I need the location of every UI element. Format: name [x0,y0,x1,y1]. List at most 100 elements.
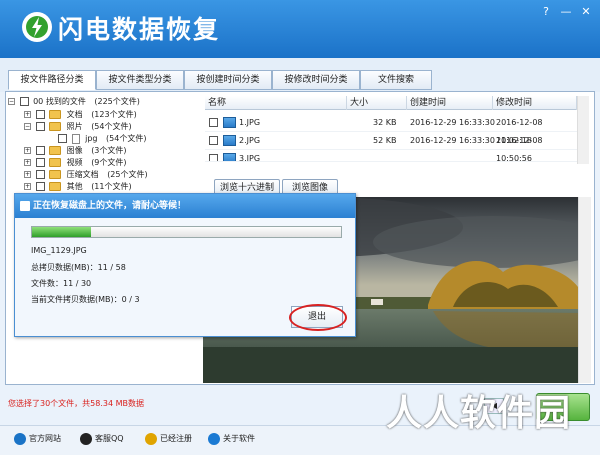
disk-icon [20,201,30,211]
file-list: 名称 大小 创建时间 修改时间 1.JPG 32 KB 2016-12-29 1… [205,96,591,166]
checkbox[interactable] [209,136,218,145]
file-icon [71,133,80,144]
dialog-title-text: 正在恢复磁盘上的文件，请耐心等候！ [33,201,187,211]
tree-item-docs[interactable]: + 文档 (123个文件) [24,109,137,121]
tree-item-other[interactable]: + 其他 (11个文件) [24,181,132,193]
progress-bar [31,226,342,238]
tree-count: (25个文件) [107,170,148,179]
about-link[interactable]: 关于软件 [208,432,255,446]
tree-count: (11个文件) [91,182,132,191]
tree-label: 00 找到的文件 [33,97,86,106]
checkbox[interactable] [35,122,45,131]
checkbox[interactable] [209,154,218,161]
tree-item-archives[interactable]: + 压缩文档 (25个文件) [24,169,148,181]
support-qq-link[interactable]: 客服QQ [80,432,124,446]
tree-label: 视频 [66,158,83,167]
tab-by-modified[interactable]: 按修改时间分类 [272,70,360,90]
tab-by-created[interactable]: 按创建时间分类 [184,70,272,90]
checkbox[interactable] [58,134,67,143]
file-count-row: 文件数：11 / 30 [31,278,91,289]
minimize-button[interactable]: — [558,5,574,19]
tree-count: (225个文件) [94,97,140,106]
column-size[interactable]: 大小 [347,96,407,110]
preview-scrollbar[interactable] [578,197,591,383]
watermark-text: 人人软件园 [386,393,572,434]
table-row[interactable]: 2.JPG 52 KB 2016-12-29 16:33:30 2016-12-… [205,132,577,163]
tree-count: (3个文件) [91,146,127,155]
tab-by-type[interactable]: 按文件类型分类 [96,70,184,90]
current-file-copied-label: 当前文件拷贝数据(MB)： [31,295,122,304]
checkbox[interactable] [35,158,45,167]
globe-icon [208,432,220,445]
expand-icon[interactable]: + [24,159,31,166]
file-created: 2016-12-29 16:33:30 [410,136,495,145]
tree-label: jpg [85,134,98,143]
checkbox[interactable] [35,110,45,119]
folder-icon [49,182,62,191]
key-icon [145,432,157,445]
total-copied-row: 总拷贝数据(MB)：11 / 58 [31,262,126,273]
title-bar: 闪电数据恢复 ? — ✕ [0,0,600,58]
tree-count: (123个文件) [91,110,137,119]
tree-item-videos[interactable]: + 视频 (9个文件) [24,157,127,169]
tree-item-images[interactable]: + 图像 (3个文件) [24,145,127,157]
close-button[interactable]: ✕ [578,5,594,19]
tree-label: 照片 [66,122,83,131]
dialog-title: 正在恢复磁盘上的文件，请耐心等候！ [15,194,355,218]
column-modified[interactable]: 修改时间 [493,96,577,110]
category-tabs: 按文件路径分类 按文件类型分类 按创建时间分类 按修改时间分类 文件搜索 [0,58,600,92]
current-file-name: IMG_1129.JPG [31,246,87,255]
file-name: 3.JPG [239,154,261,162]
column-name[interactable]: 名称 [205,96,347,110]
tree-count: (54个文件) [106,134,147,143]
official-site-link[interactable]: 官方网站 [14,432,61,446]
file-name: 2.JPG [239,136,261,145]
checkbox[interactable] [19,97,29,106]
tree-item-root[interactable]: − 00 找到的文件 (225个文件) [8,96,140,108]
checkbox[interactable] [35,146,45,155]
table-row[interactable]: 3.JPG [205,150,577,162]
tab-search[interactable]: 文件搜索 [360,70,432,90]
collapse-icon[interactable]: − [8,98,15,105]
expand-icon[interactable]: + [24,147,31,154]
folder-icon [49,170,62,179]
progress-fill [32,227,91,237]
file-count-label: 文件数： [31,279,63,288]
expand-icon[interactable]: + [24,171,31,178]
qq-icon [80,432,92,445]
help-button[interactable]: ? [538,5,554,19]
image-file-icon [223,135,236,146]
file-created: 2016-12-29 16:33:30 [410,118,495,127]
table-row[interactable]: 1.JPG 32 KB 2016-12-29 16:33:30 2016-12-… [205,114,577,145]
total-copied-label: 总拷贝数据(MB)： [31,263,98,272]
link-label: 客服QQ [95,434,124,443]
link-label: 已经注册 [160,434,192,443]
file-count-value: 11 / 30 [63,279,92,288]
lightning-icon [22,12,52,42]
checkbox[interactable] [35,182,45,191]
folder-icon [49,122,62,131]
collapse-icon[interactable]: − [24,123,31,130]
app-title: 闪电数据恢复 [58,15,221,44]
file-list-header: 名称 大小 创建时间 修改时间 [205,96,577,110]
tree-label: 文档 [66,110,83,119]
column-created[interactable]: 创建时间 [407,96,493,110]
checkbox[interactable] [209,118,218,127]
tree-count: (54个文件) [91,122,132,131]
file-name: 1.JPG [239,118,261,127]
tree-item-photos[interactable]: − 照片 (54个文件) [24,121,132,133]
folder-icon [49,158,62,167]
tab-by-path[interactable]: 按文件路径分类 [8,70,96,90]
selection-status: 您选择了30个文件，共58.34 MB数据 [8,399,145,408]
checkbox[interactable] [35,170,45,179]
link-label: 关于软件 [223,434,255,443]
folder-icon [49,110,62,119]
tree-label: 其他 [66,182,83,191]
current-file-copied-row: 当前文件拷贝数据(MB)：0 / 3 [31,294,140,305]
expand-icon[interactable]: + [24,111,31,118]
expand-icon[interactable]: + [24,183,31,190]
file-list-scrollbar[interactable] [577,96,589,164]
tree-item-jpg[interactable]: jpg (54个文件) [58,133,146,145]
current-file-copied-value: 0 / 3 [121,295,140,304]
registered-link[interactable]: 已经注册 [145,432,192,446]
